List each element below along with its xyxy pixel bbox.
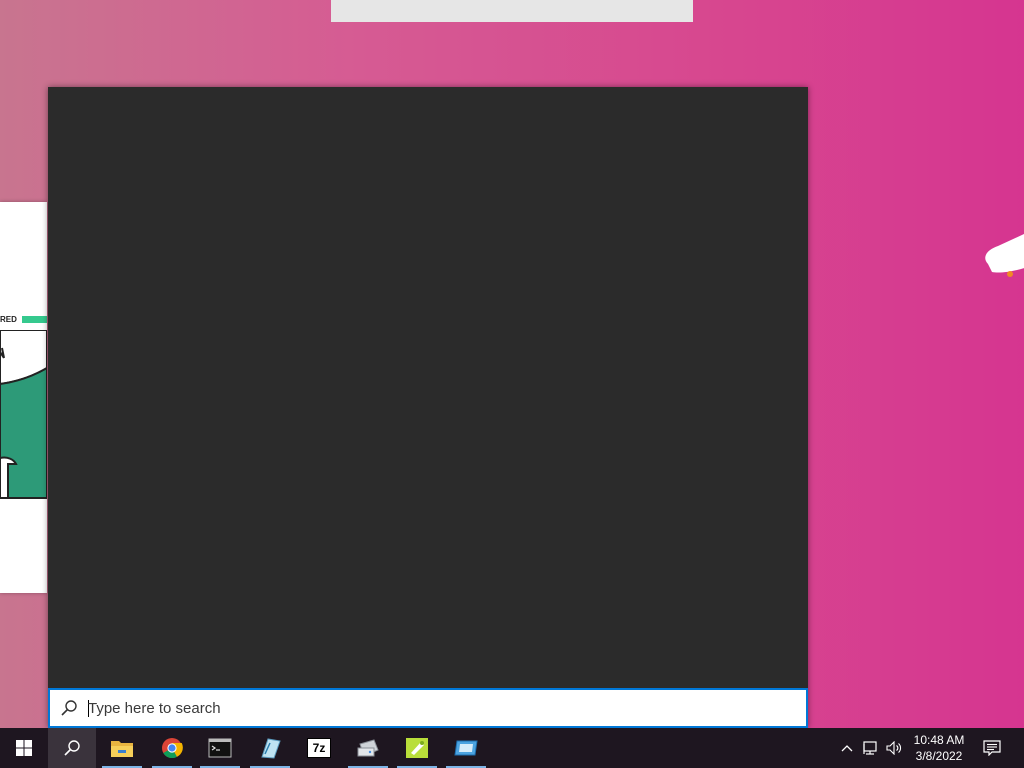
search-icon bbox=[64, 740, 80, 756]
action-center-icon bbox=[983, 740, 1001, 756]
clock[interactable]: 10:48 AM 3/8/2022 bbox=[908, 732, 970, 764]
background-window-left[interactable]: RED bbox=[0, 202, 47, 593]
notepadplusplus-button[interactable] bbox=[393, 728, 441, 768]
7zip-button[interactable]: 7z bbox=[295, 728, 343, 768]
window-app-button[interactable] bbox=[442, 728, 490, 768]
search-button[interactable] bbox=[48, 728, 96, 768]
search-box[interactable] bbox=[48, 688, 808, 728]
window-app-icon bbox=[454, 740, 478, 756]
search-input[interactable] bbox=[88, 696, 788, 720]
speaker-icon bbox=[886, 741, 901, 755]
taskbar: 7z 10:48 AM 3/8/2022 bbox=[0, 728, 1024, 768]
search-results-panel bbox=[48, 87, 808, 728]
network-button[interactable] bbox=[860, 728, 882, 768]
network-icon bbox=[863, 741, 877, 755]
search-icon bbox=[61, 700, 77, 716]
7zip-icon: 7z bbox=[307, 738, 331, 758]
illustration-image bbox=[0, 330, 47, 499]
chrome-button[interactable] bbox=[148, 728, 196, 768]
chevron-up-icon bbox=[841, 745, 853, 752]
disk-app-button[interactable] bbox=[344, 728, 392, 768]
notepad-app-button[interactable] bbox=[246, 728, 294, 768]
wallpaper-blob bbox=[985, 234, 1024, 277]
command-prompt-button[interactable] bbox=[196, 728, 244, 768]
folder-icon bbox=[111, 741, 133, 757]
start-button[interactable] bbox=[0, 728, 48, 768]
chrome-icon bbox=[162, 738, 183, 759]
disk-drive-icon bbox=[357, 739, 379, 757]
clock-time: 10:48 AM bbox=[913, 733, 965, 747]
windows-logo-icon bbox=[16, 740, 32, 756]
notepad-plus-icon bbox=[406, 738, 428, 758]
pen-paper-icon bbox=[261, 738, 281, 759]
background-window-badge bbox=[22, 316, 47, 323]
action-center-button[interactable] bbox=[978, 728, 1006, 768]
clock-date: 3/8/2022 bbox=[915, 749, 963, 763]
background-window-text: RED bbox=[0, 315, 17, 324]
7zip-label: 7z bbox=[312, 741, 326, 755]
terminal-icon bbox=[208, 738, 232, 758]
show-hidden-icons-button[interactable] bbox=[838, 728, 856, 768]
file-explorer-button[interactable] bbox=[98, 728, 146, 768]
volume-button[interactable] bbox=[884, 728, 906, 768]
background-window-top[interactable] bbox=[331, 0, 693, 22]
